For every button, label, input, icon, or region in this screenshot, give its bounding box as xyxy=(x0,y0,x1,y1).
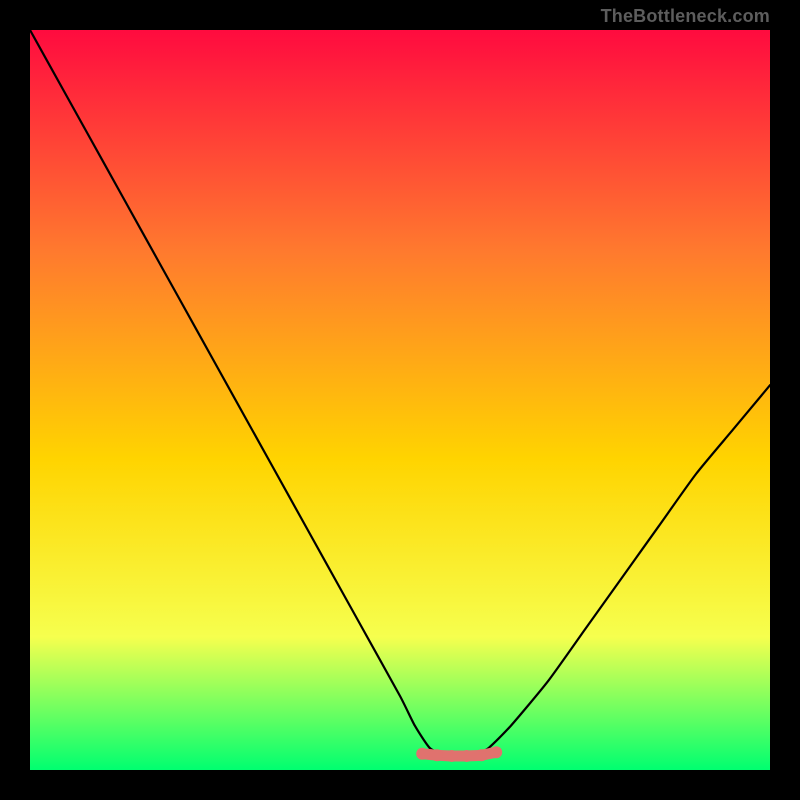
plot-area xyxy=(30,30,770,770)
flat-region-dot xyxy=(446,750,458,762)
flat-region-dot xyxy=(431,749,443,761)
flat-region-dot xyxy=(461,750,473,762)
chart-svg xyxy=(30,30,770,770)
chart-frame: TheBottleneck.com xyxy=(0,0,800,800)
watermark-text: TheBottleneck.com xyxy=(601,6,770,27)
flat-region-dot xyxy=(475,749,487,761)
flat-region-dot xyxy=(490,746,502,758)
flat-region-dot xyxy=(416,748,428,760)
gradient-background xyxy=(30,30,770,770)
